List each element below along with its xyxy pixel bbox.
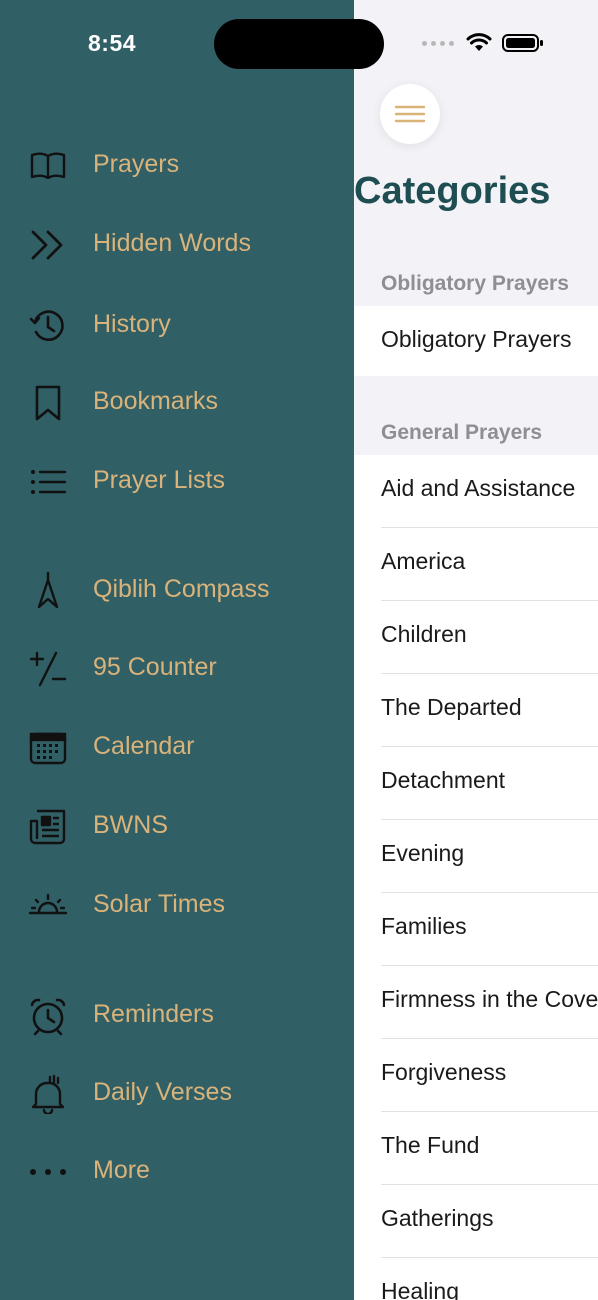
drawer-item-95-counter[interactable]: 95 Counter — [0, 637, 354, 701]
drawer-item-prayers[interactable]: Prayers — [0, 134, 354, 198]
category-row[interactable]: Obligatory Prayers — [354, 306, 598, 376]
drawer-item-label: Hidden Words — [93, 229, 251, 257]
bookmark-icon — [28, 383, 68, 423]
drawer-item-label: BWNS — [93, 811, 168, 839]
drawer-item-label: Reminders — [93, 1000, 214, 1028]
compass-icon — [28, 571, 68, 611]
drawer-item-history[interactable]: History — [0, 294, 354, 358]
drawer-item-label: Prayer Lists — [93, 466, 225, 494]
drawer-item-label: Calendar — [93, 732, 195, 760]
section-header-obligatory: Obligatory Prayers — [354, 262, 598, 306]
category-row[interactable]: Healing — [354, 1258, 598, 1300]
status-time: 8:54 — [88, 30, 137, 56]
hamburger-icon — [394, 105, 426, 123]
category-row[interactable]: Forgiveness — [354, 1039, 598, 1112]
drawer-item-reminders[interactable]: Reminders — [0, 984, 354, 1048]
book-icon — [28, 146, 68, 186]
drawer-item-label: 95 Counter — [93, 653, 217, 681]
alarm-icon — [28, 996, 68, 1036]
drawer-item-calendar[interactable]: Calendar — [0, 716, 354, 780]
category-row[interactable]: Aid and Assistance — [354, 455, 598, 528]
calendar-icon — [28, 728, 68, 768]
page-title: Categories — [354, 170, 551, 212]
drawer-item-label: Prayers — [93, 150, 180, 178]
drawer-item-qiblih-compass[interactable]: Qiblih Compass — [0, 559, 354, 623]
dynamic-island — [214, 19, 384, 69]
sunrise-icon — [28, 886, 68, 926]
battery-icon — [502, 34, 543, 52]
drawer-item-label: Solar Times — [93, 890, 225, 918]
drawer-item-label: More — [93, 1156, 150, 1184]
section-header-general: General Prayers — [354, 376, 598, 455]
drawer-item-prayer-lists[interactable]: Prayer Lists — [0, 450, 354, 514]
category-row[interactable]: Families — [354, 893, 598, 966]
plus-minus-icon — [28, 649, 68, 689]
category-row[interactable]: Firmness in the Covenant — [354, 966, 598, 1039]
status-icons — [422, 33, 544, 53]
categories-panel: Categories Obligatory Prayers Obligatory… — [354, 0, 598, 1300]
category-row[interactable]: Evening — [354, 820, 598, 893]
category-row[interactable]: The Departed — [354, 674, 598, 747]
side-drawer: 8:54 Prayers Hidden Words History Bookma… — [0, 0, 354, 1300]
category-row[interactable]: Detachment — [354, 747, 598, 820]
category-row[interactable]: Children — [354, 601, 598, 674]
drawer-item-label: Daily Verses — [93, 1078, 232, 1106]
bell-icon — [28, 1074, 68, 1114]
drawer-item-hidden-words[interactable]: Hidden Words — [0, 213, 354, 277]
drawer-item-bookmarks[interactable]: Bookmarks — [0, 371, 354, 435]
category-row[interactable]: Gatherings — [354, 1185, 598, 1258]
list-icon — [28, 462, 68, 502]
signal-dots-icon — [422, 40, 454, 46]
drawer-item-daily-verses[interactable]: Daily Verses — [0, 1062, 354, 1126]
drawer-item-more[interactable]: More — [0, 1140, 354, 1204]
more-icon — [28, 1152, 68, 1192]
history-icon — [28, 306, 68, 346]
drawer-item-label: Bookmarks — [93, 387, 219, 415]
drawer-item-bwns[interactable]: BWNS — [0, 795, 354, 859]
category-row[interactable]: The Fund — [354, 1112, 598, 1185]
category-row[interactable]: America — [354, 528, 598, 601]
double-chevron-icon — [28, 225, 68, 265]
drawer-item-label: Qiblih Compass — [93, 575, 270, 603]
newspaper-icon — [28, 807, 68, 847]
drawer-item-solar-times[interactable]: Solar Times — [0, 874, 354, 938]
wifi-icon — [466, 33, 492, 51]
drawer-item-label: History — [93, 310, 171, 338]
menu-button[interactable] — [380, 84, 440, 144]
